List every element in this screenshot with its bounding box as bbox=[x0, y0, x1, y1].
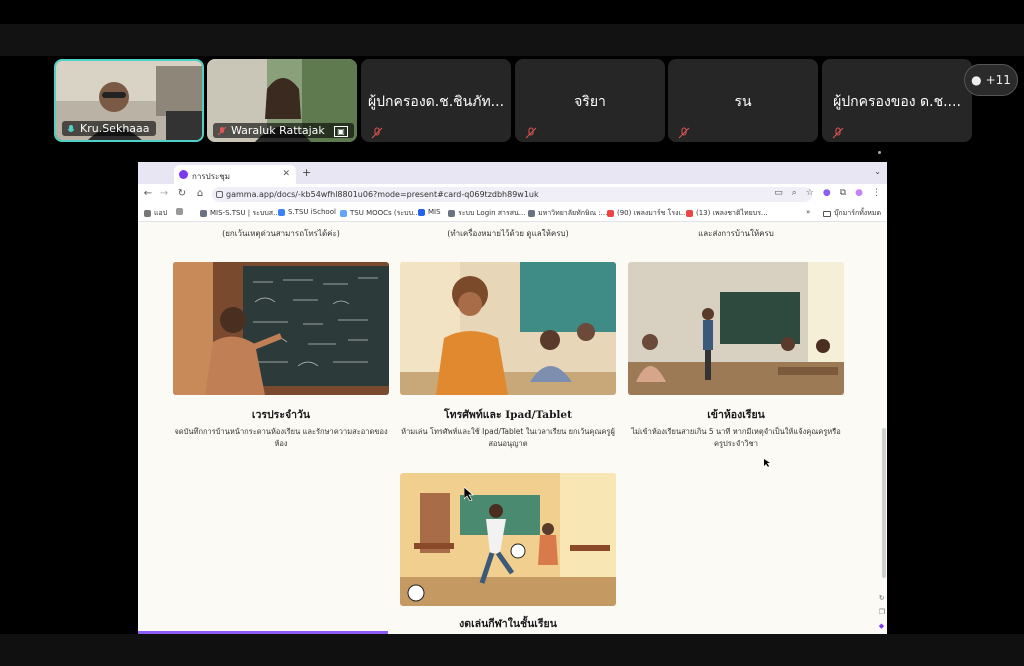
participant-name: ผู้ปกครองด.ช.ชินภัท... bbox=[367, 94, 505, 110]
refresh-icon[interactable]: ↻ bbox=[879, 594, 885, 602]
cut-text: (ยกเว้นเหตุด่วนสามารถโทรได้ค่ะ) bbox=[222, 229, 340, 238]
participant-name: จริยา bbox=[574, 94, 606, 110]
extension-icon[interactable]: ● bbox=[823, 188, 831, 198]
cut-text: (ทำเครื่องหมายไว้ด้วย ดูแลให้ครบ) bbox=[447, 229, 569, 238]
card-image-classroom bbox=[628, 262, 844, 395]
card-description: ไม่เข้าห้องเรียนสายเกิน 5 นาที หากมีเหตุ… bbox=[631, 427, 841, 448]
apps-icon bbox=[144, 210, 151, 217]
tab-search-chevron-icon[interactable]: ⌄ bbox=[874, 167, 881, 176]
meeting-bottom-bar bbox=[0, 634, 1024, 666]
reload-icon[interactable]: ↻ bbox=[176, 188, 188, 199]
participant-name-label: Waraluk Rattajak ▣ bbox=[213, 123, 354, 138]
zoom-icon[interactable]: ⌕ bbox=[792, 188, 797, 198]
grid-icon[interactable] bbox=[176, 208, 183, 215]
card-title: งดเล่นกีฬาในชั้นเรียน bbox=[459, 618, 557, 630]
card-image-phone bbox=[400, 262, 616, 395]
tab-close-icon[interactable]: ✕ bbox=[282, 169, 290, 179]
bookmark-item[interactable]: TSU MOOCs (ระบบ... bbox=[340, 208, 420, 219]
school-icon bbox=[278, 208, 285, 216]
bookmark-item[interactable]: มหาวิทยาลัยทักษิณ :... bbox=[528, 208, 607, 219]
bookmark-item[interactable]: S.TSU iSchool bbox=[278, 208, 336, 216]
participant-name-label: Kru.Sekhaaa bbox=[62, 121, 156, 136]
bookmark-item[interactable]: MIS-S.TSU | ระบบส... bbox=[200, 208, 280, 219]
globe-icon bbox=[448, 210, 455, 217]
page-scrollbar[interactable] bbox=[882, 428, 886, 578]
more-participants-button[interactable]: ● +11 bbox=[964, 64, 1018, 96]
bookmark-apps[interactable]: แอป bbox=[144, 208, 167, 219]
presentation-slide: (ยกเว้นเหตุด่วนสามารถโทรได้ค่ะ) (ทำเครื่… bbox=[138, 222, 887, 634]
youtube-icon bbox=[607, 210, 614, 217]
meeting-top-bar bbox=[0, 24, 1024, 56]
card-image-chalkboard bbox=[173, 262, 389, 395]
mic-on-icon bbox=[66, 124, 76, 134]
copy-icon[interactable]: ❐ bbox=[879, 608, 885, 616]
forward-icon[interactable]: → bbox=[158, 188, 170, 199]
back-icon[interactable]: ← bbox=[142, 188, 154, 199]
mic-off-icon bbox=[525, 124, 537, 139]
card-title: โทรศัพท์และ Ipad/Tablet bbox=[444, 409, 572, 421]
globe-icon bbox=[200, 210, 207, 217]
new-tab-button[interactable]: + bbox=[302, 166, 311, 179]
bookmark-item[interactable]: ระบบ Login สารสน... bbox=[448, 208, 525, 219]
card-title: เข้าห้องเรียน bbox=[707, 409, 765, 421]
person-icon: ● bbox=[971, 73, 982, 87]
participant-tile[interactable]: ผู้ปกครองของ ด.ช.... bbox=[822, 59, 972, 142]
card-image-sports bbox=[400, 473, 616, 606]
gamma-favicon-icon bbox=[179, 170, 188, 179]
bookmarks-bar: แอป MIS-S.TSU | ระบบส... S.TSU iSchool T… bbox=[138, 204, 887, 222]
menu-icon[interactable]: ⋮ bbox=[872, 188, 881, 198]
cut-text: และส่งการบ้านให้ครบ bbox=[698, 229, 774, 238]
tab-bar: การประชุม ✕ + ⌄ bbox=[138, 162, 887, 184]
all-bookmarks[interactable]: บุ๊กมาร์กทั้งหมด bbox=[822, 208, 881, 219]
gamma-logo-icon[interactable]: ◆ bbox=[879, 622, 885, 630]
url-field[interactable]: gamma.app/docs/-kb54wfhl8801u06?mode=pre… bbox=[212, 187, 812, 202]
mic-off-icon bbox=[832, 124, 844, 139]
participant-tile[interactable]: จริยา bbox=[515, 59, 665, 142]
side-tools: ↻ ❐ ◆ bbox=[879, 594, 885, 630]
participant-tile-video[interactable]: Waraluk Rattajak ▣ bbox=[207, 59, 357, 142]
more-bookmarks-icon[interactable]: » bbox=[806, 208, 810, 216]
site-info-icon bbox=[216, 191, 223, 198]
page-indicator-dot bbox=[878, 151, 881, 154]
star-icon[interactable]: ☆ bbox=[806, 188, 814, 198]
participant-tile[interactable]: รน bbox=[668, 59, 818, 142]
mis-icon bbox=[418, 208, 425, 216]
address-bar-row: ← → ↻ ⌂ gamma.app/docs/-kb54wfhl8801u06?… bbox=[138, 184, 887, 204]
toolbar-icons: ▭ ⌕ ☆ ● ⧉ ● ⋮ bbox=[774, 188, 881, 198]
bookmark-item[interactable]: MIS bbox=[418, 208, 441, 216]
participant-name: รน bbox=[734, 94, 752, 110]
cast-icon[interactable]: ▭ bbox=[774, 188, 783, 198]
mic-off-icon bbox=[678, 124, 690, 139]
meeting-window: Kru.Sekhaaa Waraluk Rattajak ▣ ผู้ปกครอง… bbox=[0, 0, 1024, 666]
mooc-icon bbox=[340, 210, 347, 217]
card-title: เวรประจำวัน bbox=[251, 409, 311, 421]
puzzle-icon[interactable]: ⧉ bbox=[840, 188, 846, 198]
participant-name: ผู้ปกครองของ ด.ช.... bbox=[833, 94, 961, 110]
home-icon[interactable]: ⌂ bbox=[194, 188, 206, 199]
profile-icon[interactable]: ● bbox=[855, 188, 863, 198]
bookmark-item[interactable]: (13) เพลงชาติไทยบร... bbox=[686, 208, 768, 219]
shared-screen-browser: การประชุม ✕ + ⌄ ← → ↻ ⌂ gamma.app/docs/-… bbox=[138, 162, 887, 634]
mic-off-icon bbox=[371, 124, 383, 139]
folder-icon bbox=[822, 210, 831, 217]
card-description: จดบันทึกการบ้านหน้ากระดานห้องเรียน และรั… bbox=[174, 427, 388, 448]
browser-tab[interactable]: การประชุม ✕ bbox=[174, 165, 296, 184]
participant-tile[interactable]: ผู้ปกครองด.ช.ชินภัท... bbox=[361, 59, 511, 142]
globe-icon bbox=[528, 210, 535, 217]
share-screen-icon: ▣ bbox=[334, 126, 348, 137]
mic-off-icon bbox=[217, 126, 227, 136]
participant-tile-video[interactable]: Kru.Sekhaaa bbox=[54, 59, 204, 142]
card-description: ห้ามเล่น โทรศัพท์และใช้ Ipad/Tablet ในเว… bbox=[401, 427, 615, 448]
youtube-icon bbox=[686, 210, 693, 217]
bookmark-item[interactable]: (90) เพลงมาร์ช โรงเ... bbox=[607, 208, 688, 219]
